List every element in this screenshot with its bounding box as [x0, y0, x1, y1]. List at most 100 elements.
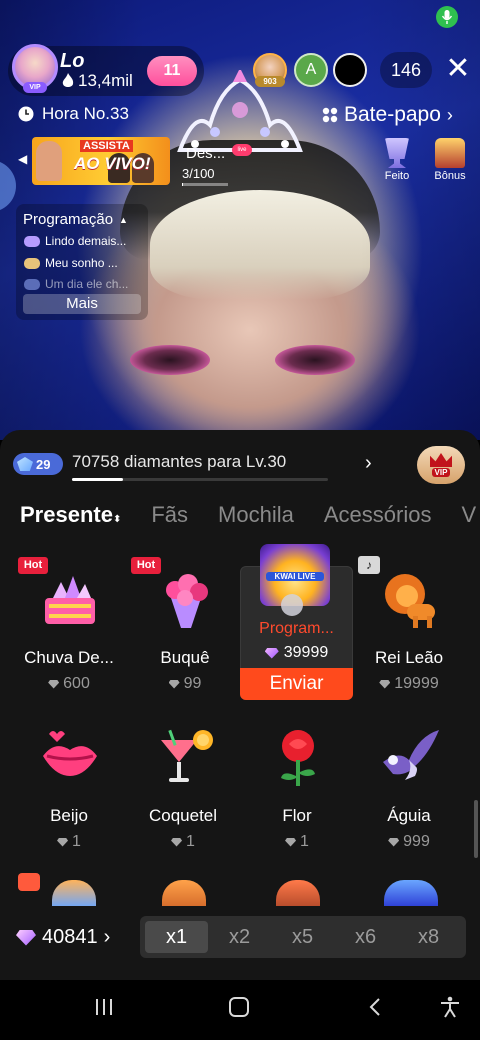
- done-label: Feito: [384, 170, 410, 182]
- caret-left-icon[interactable]: ◀: [18, 152, 27, 166]
- gift-buque[interactable]: Buquê 99: [130, 556, 240, 706]
- viewer-count[interactable]: 146: [380, 52, 432, 88]
- diamond-icon: [285, 837, 297, 847]
- multiplier-x1[interactable]: x1: [145, 921, 208, 953]
- gift-peek[interactable]: [162, 880, 206, 908]
- gift-price: 19999: [354, 675, 464, 693]
- gift-chuva-de-diamantes[interactable]: Chuva De... 600: [14, 556, 124, 706]
- kiss-lips-icon: [43, 731, 97, 776]
- hour-rank[interactable]: Hora No.33: [18, 104, 129, 124]
- gift-price-value: 1: [300, 833, 309, 850]
- diamond-icon: [48, 679, 60, 689]
- close-icon[interactable]: ✕: [442, 54, 474, 86]
- multiplier-x8[interactable]: x8: [397, 921, 460, 953]
- gift-price-value: 1: [186, 833, 195, 850]
- tab-presente[interactable]: Presente⬍: [20, 502, 121, 528]
- host-level-value: 11: [163, 62, 181, 79]
- bouquet-icon: [166, 574, 208, 628]
- gift-name: Coquetel: [148, 806, 218, 825]
- host-likes-count: 13,4mil: [78, 71, 133, 90]
- host-likes: 13,4mil: [62, 71, 133, 91]
- done-button[interactable]: Feito: [379, 138, 415, 182]
- gift-tag-icon: [18, 873, 40, 891]
- schedule-item-label: Um dia ele ch...: [45, 277, 129, 291]
- schedule-item-label: Meu sonho ...: [45, 256, 118, 270]
- tab-fas[interactable]: Fãs: [151, 502, 188, 528]
- vip-button[interactable]: VIP: [417, 446, 465, 484]
- gift-name: Águia: [387, 806, 431, 825]
- treasure-chest-icon: [435, 138, 465, 168]
- gift-price-value: 99: [183, 675, 202, 692]
- diamond-icon: [16, 929, 36, 946]
- gift-name: Rei Leão: [374, 648, 444, 667]
- gift-flor[interactable]: Flor 1: [242, 714, 352, 864]
- user-level-badge[interactable]: 29: [13, 453, 63, 475]
- host-level-badge[interactable]: 11: [147, 56, 197, 86]
- gift-peek[interactable]: [384, 880, 438, 908]
- gift-price: 1: [128, 833, 238, 851]
- gift-beijo[interactable]: Beijo 1: [14, 714, 124, 864]
- schedule-title[interactable]: Programação ▲: [23, 211, 128, 228]
- send-button[interactable]: Enviar: [240, 668, 353, 700]
- gift-name: Chuva De...: [24, 648, 114, 667]
- tab-more[interactable]: V: [461, 502, 476, 528]
- chevron-right-icon: ›: [103, 926, 111, 948]
- schedule-item[interactable]: Meu sonho ...: [24, 256, 118, 270]
- top-viewer-badge: 903: [255, 76, 285, 87]
- diamond-icon: [379, 679, 391, 689]
- task-title[interactable]: Des...: [186, 145, 225, 162]
- viewer-avatar-letter: A: [305, 61, 317, 78]
- gift-name: Flor: [282, 806, 312, 825]
- balance-value: 40841: [42, 926, 98, 948]
- diamond-icon: [388, 837, 400, 847]
- chevron-right-icon: ›: [446, 104, 453, 125]
- gift-peek[interactable]: [276, 880, 320, 908]
- chevron-right-icon[interactable]: ›: [365, 452, 372, 475]
- accessibility-icon[interactable]: [438, 996, 462, 1024]
- bonus-label: Bônus: [434, 170, 466, 182]
- crown-icon: [430, 453, 452, 467]
- viewer-avatar-a[interactable]: A: [294, 53, 328, 87]
- gift-aguia[interactable]: Águia 999: [354, 714, 464, 864]
- diamond-balance[interactable]: 40841 ›: [16, 926, 110, 949]
- banner-line2: AO VIVO!: [74, 154, 151, 173]
- schedule-item[interactable]: Lindo demais...: [24, 234, 126, 248]
- gift-price: 600: [14, 675, 124, 693]
- vip-label: VIP: [431, 468, 451, 477]
- lion-icon: [385, 574, 435, 628]
- gem-icon: [17, 457, 33, 471]
- level-progress-text: 70758 diamantes para Lv.30: [72, 452, 287, 471]
- tab-mochila[interactable]: Mochila: [218, 502, 294, 528]
- viewer-avatar-black[interactable]: [333, 53, 367, 87]
- item-thumb-icon: [24, 257, 40, 269]
- home-icon[interactable]: [227, 996, 251, 1024]
- item-thumb-icon: [24, 235, 40, 247]
- host-name[interactable]: Lo: [60, 50, 84, 73]
- gift-price: 1: [242, 833, 352, 851]
- gift-peek[interactable]: [52, 880, 96, 908]
- tab-acessorios[interactable]: Acessórios: [324, 502, 432, 528]
- bonus-button[interactable]: Bônus: [432, 138, 468, 182]
- multiplier-x6[interactable]: x6: [334, 921, 397, 953]
- gift-rei-leao[interactable]: Rei Leão 19999: [354, 556, 464, 706]
- recents-icon[interactable]: [92, 996, 116, 1024]
- gift-scrollbar[interactable]: [474, 800, 478, 858]
- gift-coquetel[interactable]: Coquetel 1: [128, 714, 238, 864]
- task-progress-fill: [182, 183, 184, 186]
- gift-price-value: 1: [72, 833, 81, 850]
- sort-icon: ⬍: [112, 514, 122, 525]
- promo-banner[interactable]: ASSISTA AO VIVO!: [32, 137, 170, 185]
- chat-label: Bate-papo: [344, 103, 441, 126]
- tab-label: Presente: [20, 502, 113, 527]
- chat-button[interactable]: Bate-papo ›: [322, 103, 453, 127]
- diamond-icon: [168, 679, 180, 689]
- more-button[interactable]: Mais: [23, 294, 141, 314]
- schedule-item[interactable]: Um dia ele ch...: [24, 277, 128, 291]
- multiplier-x2[interactable]: x2: [208, 921, 271, 953]
- back-icon[interactable]: [364, 996, 388, 1024]
- gift-price-value: 999: [403, 833, 430, 850]
- multiplier-x5[interactable]: x5: [271, 921, 334, 953]
- cocktail-icon: [161, 729, 213, 782]
- schedule-item-label: Lindo demais...: [45, 234, 127, 248]
- preview-play-icon[interactable]: [281, 594, 303, 616]
